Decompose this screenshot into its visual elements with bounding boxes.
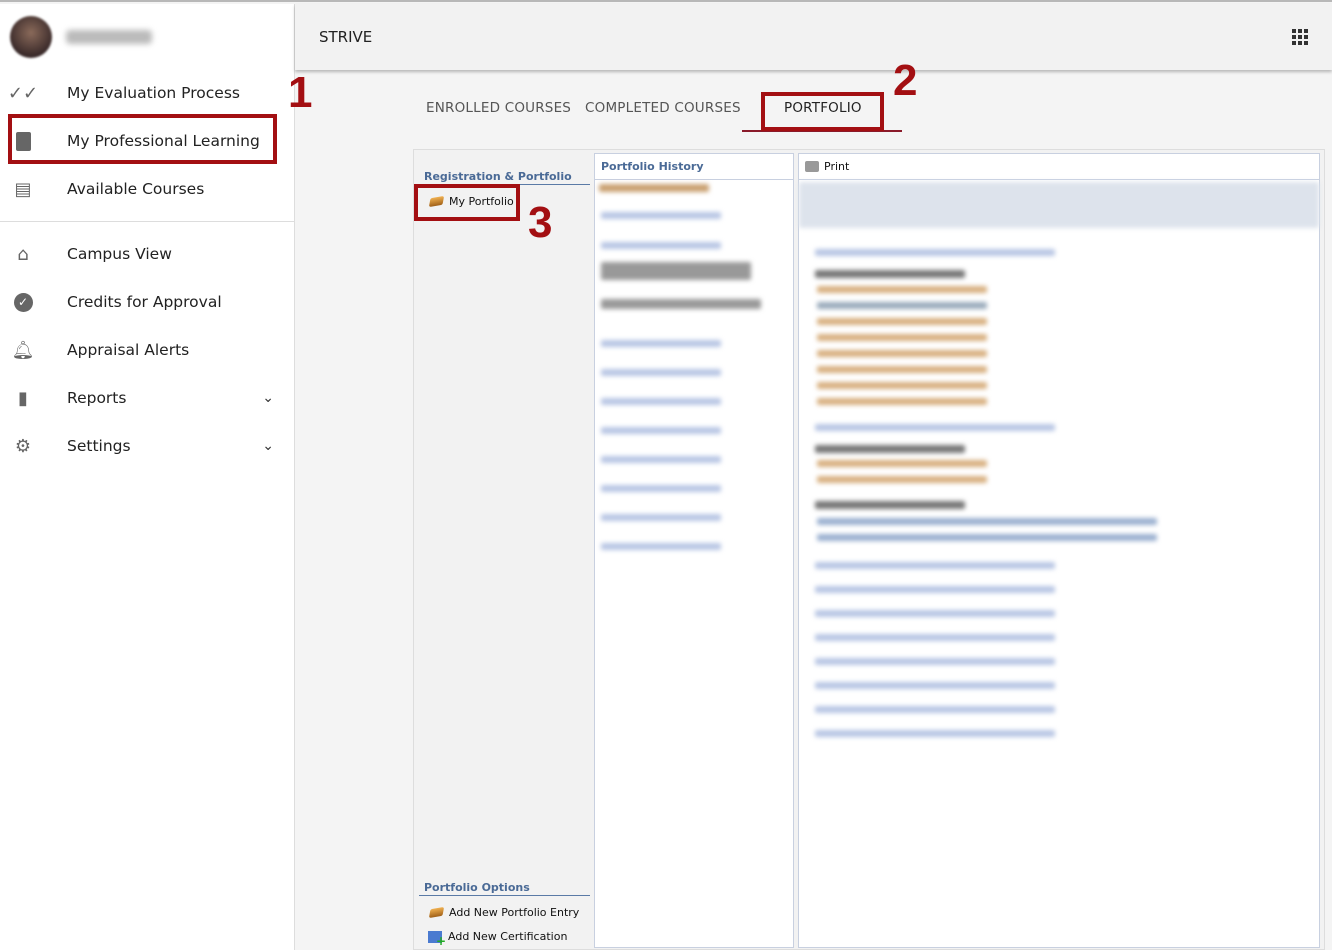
portfolio-detail-column: Print xyxy=(798,153,1320,948)
highlight-box-1 xyxy=(8,114,277,164)
chevron-down-icon[interactable]: ⌄ xyxy=(262,438,274,454)
double-check-icon: ✓✓ xyxy=(7,82,39,104)
redacted-row xyxy=(815,706,1055,713)
redacted-row xyxy=(601,456,721,463)
sidebar-item-my-evaluation-process[interactable]: ✓✓ My Evaluation Process xyxy=(0,69,294,117)
highlight-box-2 xyxy=(761,92,884,131)
redacted-row xyxy=(817,286,987,293)
redacted-row xyxy=(817,366,987,373)
redacted-header xyxy=(799,182,1319,228)
redacted-row xyxy=(817,318,987,325)
chevron-down-icon[interactable]: ⌄ xyxy=(262,390,274,406)
redacted-row xyxy=(817,534,1157,541)
annotation-1: 1 xyxy=(288,68,313,117)
user-profile[interactable] xyxy=(10,16,152,58)
redacted-row xyxy=(601,299,761,309)
redacted-row xyxy=(601,543,721,550)
alert-bell-icon: 🔔︎ xyxy=(11,339,35,361)
redacted-row xyxy=(815,445,965,453)
check-circle-icon: ✓ xyxy=(12,291,34,313)
redacted-row xyxy=(817,398,987,405)
redacted-row xyxy=(601,340,721,347)
redacted-row xyxy=(817,460,987,467)
app-title: STRIVE xyxy=(319,28,373,46)
redacted-row xyxy=(815,610,1055,617)
redacted-row xyxy=(815,501,965,509)
redacted-row xyxy=(817,334,987,341)
portfolio-history-header: Portfolio History xyxy=(595,154,793,180)
sidebar-item-settings[interactable]: ⚙ Settings ⌄ xyxy=(0,422,294,470)
redacted-row xyxy=(815,634,1055,641)
redacted-row xyxy=(817,382,987,389)
redacted-row xyxy=(815,658,1055,665)
add-certification-link[interactable]: Add New Certification xyxy=(428,930,567,948)
redacted-row xyxy=(601,369,721,376)
redacted-row xyxy=(601,262,751,280)
divider xyxy=(419,895,590,896)
sidebar-item-reports[interactable]: ▮ Reports ⌄ xyxy=(0,374,294,422)
redacted-row xyxy=(601,212,721,219)
user-name-redacted xyxy=(66,30,152,44)
top-bar: STRIVE xyxy=(295,4,1332,70)
printer-icon xyxy=(805,161,819,172)
redacted-row xyxy=(815,249,1055,256)
redacted-row xyxy=(817,518,1157,525)
annotation-3: 3 xyxy=(528,198,553,247)
redacted-row xyxy=(815,270,965,278)
sidebar-item-campus-view[interactable]: ⌂ Campus View xyxy=(0,230,294,278)
sidebar-item-available-courses[interactable]: ▤ Available Courses xyxy=(0,165,294,213)
add-portfolio-entry-link[interactable]: Add New Portfolio Entry xyxy=(428,906,579,919)
apps-grid-icon[interactable] xyxy=(1292,29,1308,45)
redacted-row xyxy=(599,184,709,192)
redacted-row xyxy=(815,586,1055,593)
add-certificate-icon xyxy=(428,930,446,948)
annotation-2: 2 xyxy=(893,56,918,105)
portfolio-history-column: Portfolio History xyxy=(594,153,794,948)
sidebar-item-appraisal-alerts[interactable]: 🔔︎ Appraisal Alerts xyxy=(0,326,294,374)
avatar xyxy=(10,16,52,58)
portfolio-book-icon xyxy=(428,906,445,919)
redacted-row xyxy=(815,562,1055,569)
redacted-row xyxy=(601,242,721,249)
bar-chart-icon: ▮ xyxy=(18,387,28,409)
redacted-row xyxy=(601,485,721,492)
redacted-row xyxy=(817,350,987,357)
redacted-row xyxy=(817,476,987,483)
sidebar-item-credits-for-approval[interactable]: ✓ Credits for Approval xyxy=(0,278,294,326)
divider xyxy=(0,221,294,222)
section-portfolio-options: Portfolio Options xyxy=(424,881,530,894)
tab-completed-courses[interactable]: COMPLETED COURSES xyxy=(585,100,741,116)
section-registration-portfolio: Registration & Portfolio xyxy=(424,170,572,183)
redacted-row xyxy=(815,682,1055,689)
home-icon: ⌂ xyxy=(17,243,29,265)
redacted-row xyxy=(815,424,1055,431)
redacted-row xyxy=(601,514,721,521)
gear-icon: ⚙ xyxy=(14,435,32,457)
tab-enrolled-courses[interactable]: ENROLLED COURSES xyxy=(426,100,571,116)
redacted-row xyxy=(601,427,721,434)
redacted-row xyxy=(601,398,721,405)
redacted-row xyxy=(817,302,987,309)
library-icon: ▤ xyxy=(14,178,32,200)
print-button[interactable]: Print xyxy=(799,154,1319,180)
highlight-box-3 xyxy=(414,184,520,221)
redacted-row xyxy=(815,730,1055,737)
